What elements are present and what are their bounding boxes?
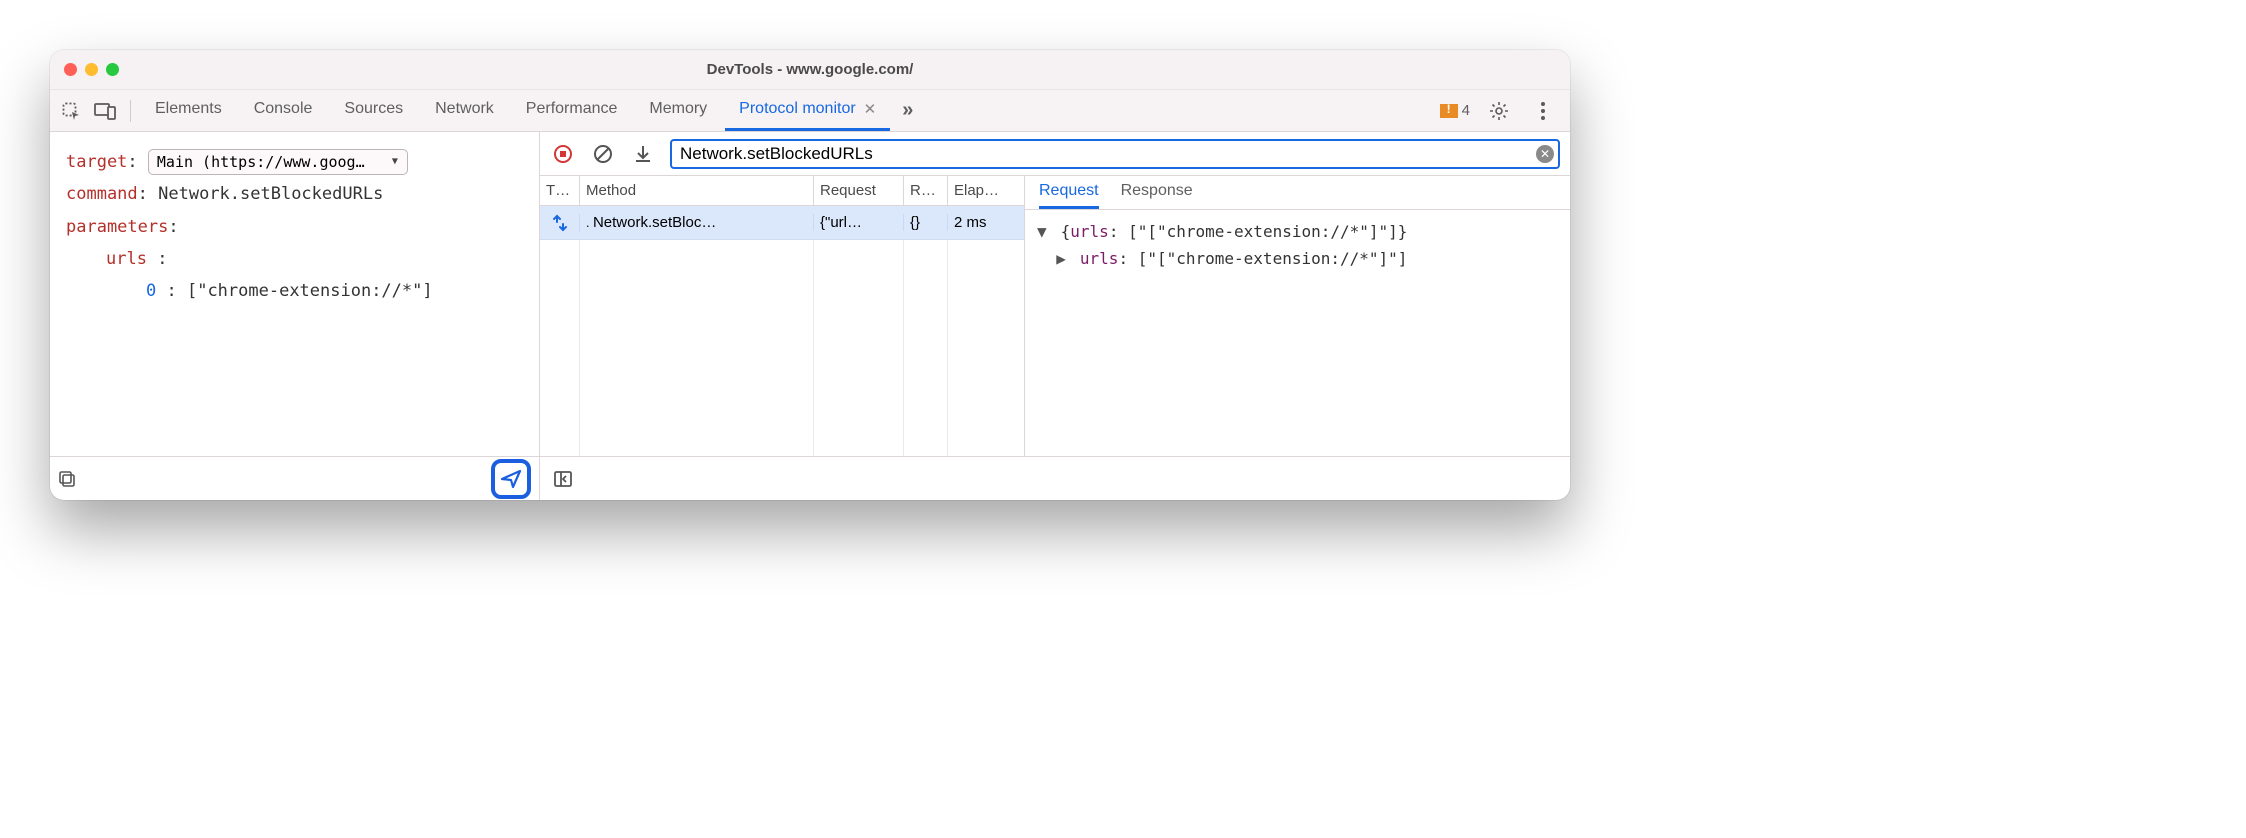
window-title: DevTools - www.google.com/ — [50, 61, 1570, 78]
col-method[interactable]: Method — [580, 176, 814, 205]
titlebar: DevTools - www.google.com/ — [50, 50, 1570, 90]
command-editor-pane: target: Main (https://www.goog… command:… — [50, 132, 540, 500]
clear-button[interactable] — [590, 141, 616, 167]
details-tabs: Request Response — [1025, 176, 1570, 210]
save-icon[interactable] — [630, 141, 656, 167]
expand-arrow-icon[interactable]: ▼ — [1037, 218, 1051, 245]
protocol-toolbar: ✕ — [540, 132, 1570, 176]
target-select[interactable]: Main (https://www.goog… — [148, 149, 408, 175]
grid-header: T… Method Request R… Elap… — [540, 176, 1024, 206]
protocol-log-pane: ✕ T… Method Request R… Elap… — [540, 132, 1570, 500]
param-key: urls — [106, 249, 147, 269]
details-tab-response[interactable]: Response — [1121, 182, 1193, 209]
main-split: target: Main (https://www.goog… command:… — [50, 132, 1570, 500]
row-elapsed: 2 ms — [948, 214, 1024, 231]
protocol-body: T… Method Request R… Elap… . Network.set… — [540, 176, 1570, 456]
tab-sources[interactable]: Sources — [330, 90, 417, 131]
editor-footer — [50, 456, 539, 500]
command-editor[interactable]: target: Main (https://www.goog… command:… — [50, 132, 539, 456]
tab-label: Elements — [155, 100, 222, 118]
settings-icon[interactable] — [1484, 96, 1514, 126]
panel-tabstrip: Elements Console Sources Network Perform… — [50, 90, 1570, 132]
tab-label: Protocol monitor — [739, 100, 856, 118]
details-tab-request[interactable]: Request — [1039, 182, 1099, 209]
issues-count: 4 — [1462, 102, 1470, 119]
tab-console[interactable]: Console — [240, 90, 327, 131]
separator — [130, 100, 131, 122]
request-tree[interactable]: ▼ {urls: ["["chrome-extension://*"]"]} ▶… — [1025, 210, 1570, 456]
devtools-window: DevTools - www.google.com/ Elements Cons… — [50, 50, 1570, 500]
expand-arrow-icon[interactable]: ▶ — [1056, 245, 1070, 272]
issues-badge[interactable]: 4 — [1440, 102, 1470, 119]
tab-label: Sources — [344, 100, 403, 118]
zoom-window-button[interactable] — [106, 63, 119, 76]
tab-protocol-monitor[interactable]: Protocol monitor ✕ — [725, 90, 890, 131]
col-request[interactable]: Request — [814, 176, 904, 205]
target-label: target — [66, 152, 127, 172]
tab-elements[interactable]: Elements — [141, 90, 236, 131]
device-toolbar-icon[interactable] — [90, 96, 120, 126]
message-grid: T… Method Request R… Elap… . Network.set… — [540, 176, 1025, 456]
command-label: command — [66, 184, 138, 204]
row-response: {} — [904, 214, 948, 231]
overflow-tabs-button[interactable]: » — [894, 99, 921, 122]
protocol-footer — [540, 456, 1570, 500]
param-value: ["chrome-extension://*"] — [187, 281, 433, 301]
col-response[interactable]: R… — [904, 176, 948, 205]
send-command-button[interactable] — [491, 459, 531, 499]
minimize-window-button[interactable] — [85, 63, 98, 76]
close-tab-icon[interactable]: ✕ — [864, 100, 877, 118]
kebab-menu-icon[interactable] — [1528, 96, 1558, 126]
tab-label: Console — [254, 100, 313, 118]
tab-label: Performance — [526, 100, 618, 118]
copy-icon[interactable] — [58, 470, 76, 488]
parameters-label: parameters — [66, 217, 168, 237]
filter-input[interactable] — [670, 139, 1560, 169]
record-button[interactable] — [550, 141, 576, 167]
inspect-icon[interactable] — [56, 96, 86, 126]
col-type[interactable]: T… — [540, 176, 580, 205]
tab-label: Memory — [649, 100, 707, 118]
param-index: 0 — [146, 281, 156, 301]
clear-filter-icon[interactable]: ✕ — [1536, 145, 1554, 163]
grid-gridlines — [540, 240, 1024, 456]
tab-memory[interactable]: Memory — [635, 90, 721, 131]
col-elapsed[interactable]: Elap… — [948, 176, 1024, 205]
tab-performance[interactable]: Performance — [512, 90, 632, 131]
window-controls — [50, 63, 119, 76]
toggle-sidebar-icon[interactable] — [548, 464, 578, 494]
close-window-button[interactable] — [64, 63, 77, 76]
row-request: {"url… — [814, 214, 904, 231]
tab-label: Network — [435, 100, 494, 118]
row-method: . Network.setBloc… — [580, 214, 814, 231]
message-type-icon — [540, 214, 580, 232]
command-value: Network.setBlockedURLs — [158, 184, 383, 204]
grid-row[interactable]: . Network.setBloc… {"url… {} 2 ms — [540, 206, 1024, 240]
warning-icon — [1440, 104, 1458, 118]
tab-network[interactable]: Network — [421, 90, 508, 131]
details-pane: Request Response ▼ {urls: ["["chrome-ext… — [1025, 176, 1570, 456]
